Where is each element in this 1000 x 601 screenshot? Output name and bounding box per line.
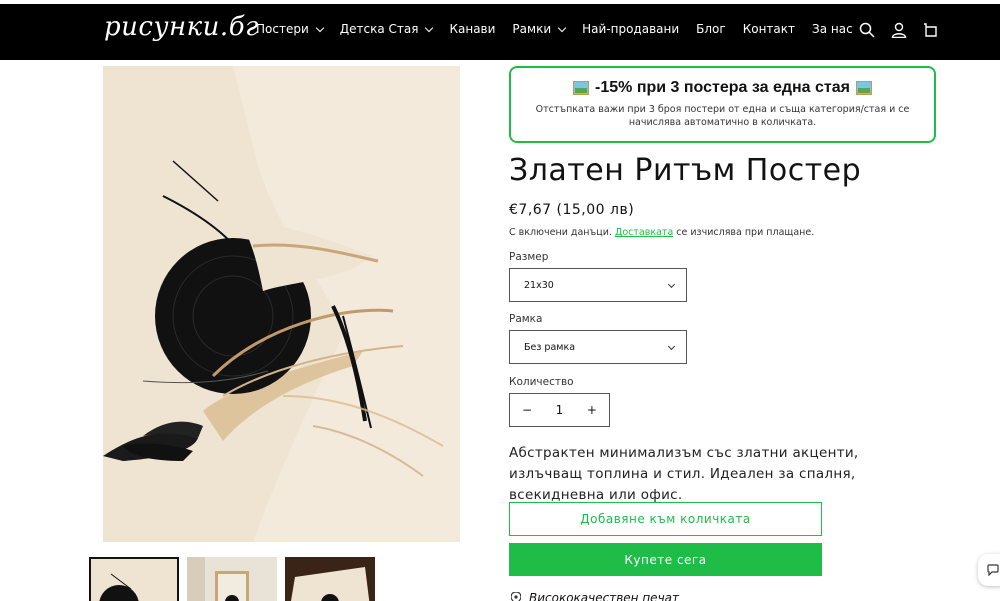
nav-item-8[interactable]: За нас	[812, 22, 853, 36]
nav-item-label: Канави	[449, 22, 496, 36]
search-icon[interactable]	[859, 22, 875, 38]
frame-label: Рамка	[509, 313, 543, 325]
quantity-stepper: − 1 +	[509, 393, 610, 427]
product-title: Златен Ритъм Постер	[509, 153, 862, 188]
chevron-down-icon	[315, 23, 325, 32]
quantity-label: Количество	[509, 376, 574, 388]
feature-text: Висококачествен печат	[529, 591, 679, 601]
quantity-plus-button[interactable]: +	[587, 403, 597, 417]
add-to-cart-button[interactable]: Добавяне към количката	[509, 502, 822, 536]
nav-item-6[interactable]: Блог	[696, 22, 726, 36]
frame-select-value: Без рамка	[524, 341, 576, 353]
nav-item-label: Постери	[256, 22, 309, 36]
nav-item-label: Най-продавани	[582, 22, 680, 36]
product-description: Абстрактен минимализъм със златни акцент…	[509, 445, 859, 503]
chevron-down-icon	[667, 342, 676, 351]
nav-item-4[interactable]: Рамки	[512, 22, 567, 36]
chat-widget-button[interactable]	[978, 554, 1000, 586]
abstract-poster-artwork	[103, 66, 460, 542]
main-nav: Постери Детска Стая Канави Рамки Най-продава…	[256, 22, 870, 36]
framed-picture-icon	[573, 81, 590, 95]
thumbnail-3[interactable]	[285, 557, 375, 601]
promo-description: Отстъпката важи при 3 броя постери от ед…	[535, 104, 910, 128]
nav-item-7[interactable]: Контакт	[743, 22, 795, 36]
shipping-link[interactable]: Доставката	[615, 227, 673, 238]
tax-note: С включени данъци. Доставката се изчисля…	[509, 227, 814, 238]
promo-title: -15% при 3 постера за една стая	[511, 79, 934, 97]
site-header: рисунки.бг Постери Детска Стая Канави Рамки…	[0, 0, 1000, 60]
frame-select[interactable]: Без рамка	[509, 330, 687, 364]
promo-banner: -15% при 3 постера за една стая Отстъпка…	[509, 66, 936, 143]
nav-item-label: Детска Стая	[339, 22, 419, 36]
chevron-down-icon	[425, 23, 434, 32]
nav-item-label: Рамки	[512, 22, 552, 36]
cart-icon[interactable]	[922, 22, 938, 38]
feature-item: Висококачествен печат	[511, 591, 679, 601]
size-label: Размер	[509, 251, 549, 263]
account-icon[interactable]	[891, 22, 907, 38]
site-logo[interactable]: рисунки.бг	[104, 12, 259, 42]
nav-item-label: Блог	[696, 22, 726, 36]
quantity-input[interactable]: 1	[556, 403, 564, 417]
header-top-border	[0, 0, 1000, 4]
promo-title-text: -15% при 3 постера за една стая	[595, 79, 850, 96]
product-price: €7,67 (15,00 лв)	[509, 202, 635, 218]
nav-item-5[interactable]: Най-продавани	[582, 22, 679, 36]
tax-note-suffix: се изчислява при плащане.	[676, 227, 815, 238]
size-select-value: 21x30	[524, 279, 554, 291]
chevron-down-icon	[667, 280, 676, 289]
nav-item-1[interactable]: Постери	[256, 22, 325, 36]
nav-item-3[interactable]: Канави	[449, 22, 495, 36]
thumbnail-strip	[89, 557, 375, 601]
product-main-image[interactable]	[103, 66, 460, 542]
location-pin-icon	[511, 592, 521, 601]
nav-item-label: За нас	[812, 22, 853, 36]
nav-item-label: Контакт	[742, 22, 796, 36]
chat-icon	[987, 564, 999, 576]
buy-now-button[interactable]: Купете сега	[509, 543, 822, 576]
tax-note-prefix: С включени данъци.	[509, 227, 612, 238]
chevron-down-icon	[557, 23, 567, 32]
quantity-minus-button[interactable]: −	[522, 403, 532, 417]
framed-picture-icon	[855, 81, 872, 95]
thumbnail-2[interactable]	[187, 557, 277, 601]
size-select[interactable]: 21x30	[509, 268, 687, 302]
thumbnail-1[interactable]	[89, 557, 179, 601]
nav-item-2[interactable]: Детска Стая	[339, 22, 434, 36]
